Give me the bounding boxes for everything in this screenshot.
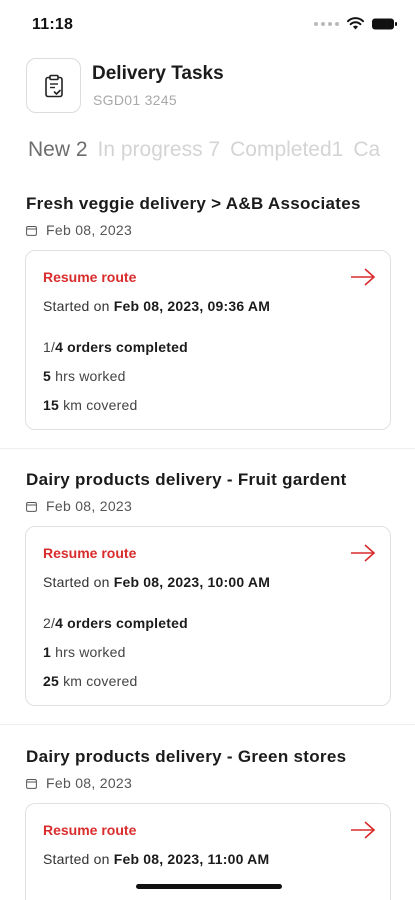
- started-on-text: Started on Feb 08, 2023, 11:00 AM: [43, 851, 270, 867]
- hours-worked: 1 hrs worked: [43, 644, 126, 660]
- calendar-icon: [26, 225, 37, 236]
- page-title: Delivery Tasks: [92, 63, 224, 84]
- task-item: Dairy products delivery - Green stores F…: [0, 747, 415, 900]
- orders-completed: 1/4 orders completed: [43, 339, 188, 355]
- hours-worked: 5 hrs worked: [43, 368, 126, 384]
- task-date: Feb 08, 2023: [26, 498, 132, 514]
- task-date-label: Feb 08, 2023: [46, 498, 133, 514]
- km-covered: 15 km covered: [43, 397, 138, 413]
- tab-new[interactable]: New 2: [28, 138, 88, 162]
- page-subtitle: SGD01 3245: [93, 92, 177, 108]
- status-tabs: New 2 In progress 7 Completed1 Ca: [28, 138, 415, 168]
- arrow-right-icon[interactable]: [350, 820, 376, 845]
- arrow-right-icon[interactable]: [350, 267, 376, 292]
- status-bar: 11:18: [0, 0, 415, 50]
- started-on-text: Started on Feb 08, 2023, 10:00 AM: [43, 574, 271, 590]
- task-date: Feb 08, 2023: [26, 775, 132, 791]
- arrow-right-icon[interactable]: [350, 543, 376, 568]
- task-card[interactable]: Resume route Started on Feb 08, 2023, 10…: [25, 526, 391, 706]
- home-indicator[interactable]: [136, 884, 282, 889]
- task-title: Fresh veggie delivery > A&B Associates: [26, 194, 361, 213]
- wifi-icon: [347, 17, 364, 30]
- calendar-icon: [26, 501, 37, 512]
- status-icons: [314, 17, 397, 30]
- tab-cancelled[interactable]: Ca: [353, 138, 380, 162]
- resume-route-link[interactable]: Resume route: [43, 822, 136, 838]
- resume-route-link[interactable]: Resume route: [43, 269, 136, 285]
- battery-icon: [372, 18, 397, 30]
- clipboard-check-icon: [26, 58, 81, 113]
- task-date: Feb 08, 2023: [26, 222, 132, 238]
- orders-completed: 2/4 orders completed: [43, 615, 188, 631]
- calendar-icon: [26, 778, 37, 789]
- divider: [0, 448, 415, 449]
- divider: [0, 724, 415, 725]
- tab-in-progress[interactable]: In progress 7: [98, 138, 221, 162]
- tab-completed[interactable]: Completed1: [230, 138, 343, 162]
- page-header: Delivery Tasks SGD01 3245: [26, 58, 396, 118]
- task-title: Dairy products delivery - Fruit gardent: [26, 470, 347, 489]
- status-time: 11:18: [32, 16, 74, 33]
- started-on-text: Started on Feb 08, 2023, 09:36 AM: [43, 298, 271, 314]
- task-item: Dairy products delivery - Fruit gardent …: [0, 470, 415, 710]
- task-date-label: Feb 08, 2023: [46, 775, 133, 791]
- km-covered: 25 km covered: [43, 673, 138, 689]
- task-item: Fresh veggie delivery > A&B Associates F…: [0, 194, 415, 434]
- cellular-signal-icon: [314, 21, 339, 26]
- task-date-label: Feb 08, 2023: [46, 222, 133, 238]
- resume-route-link[interactable]: Resume route: [43, 545, 136, 561]
- task-card[interactable]: Resume route Started on Feb 08, 2023, 09…: [25, 250, 391, 430]
- task-title: Dairy products delivery - Green stores: [26, 747, 347, 766]
